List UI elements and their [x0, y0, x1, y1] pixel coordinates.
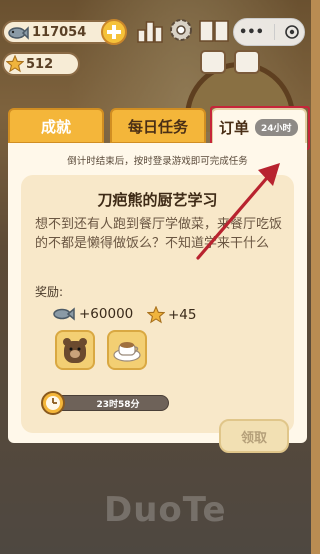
reward-label: 奖励: — [35, 285, 64, 299]
ranking-icon[interactable] — [137, 18, 163, 44]
panel-hint: 倒计时结束后，按时登录游戏即可完成任务 — [67, 156, 248, 167]
fish-count: 117054 — [32, 24, 87, 40]
add-currency-button[interactable] — [101, 19, 127, 45]
reward-fish: +60000 — [53, 306, 133, 322]
reward-star: +45 — [147, 306, 197, 324]
close-target-icon[interactable] — [285, 25, 299, 39]
order-timer-bar: 23时58分 — [53, 395, 169, 411]
gear-icon[interactable] — [168, 17, 194, 43]
reward-star-amount: +45 — [168, 307, 197, 323]
watermark: DuoTe — [104, 490, 227, 530]
miniprogram-capsule: ••• — [233, 18, 305, 46]
star-icon — [147, 306, 165, 324]
fish-icon — [53, 307, 75, 321]
reward-item-bear[interactable] — [55, 330, 95, 370]
capsule-divider — [273, 24, 275, 40]
tab-achievements[interactable]: 成就 — [8, 108, 104, 144]
order-title: 刀疤熊的厨艺学习 — [97, 191, 218, 209]
stopwatch-icon — [41, 391, 65, 415]
star-icon — [6, 55, 24, 73]
more-dots-icon[interactable]: ••• — [239, 25, 264, 40]
claim-button-label: 领取 — [240, 430, 267, 446]
reward-item-coffee[interactable] — [107, 330, 147, 370]
tab-daily-tasks[interactable]: 每日任务 — [110, 108, 206, 144]
order-timer-text: 23时58分 — [96, 399, 140, 410]
camera-icon[interactable] — [200, 50, 226, 74]
order-card: 刀疤熊的厨艺学习 想不到还有人跑到餐厅学做菜，来餐厅吃饭的不都是懒得做饭么？不知… — [21, 175, 294, 453]
order-panel: 倒计时结束后，按时登录游戏即可完成任务 刀疤熊的厨艺学习 想不到还有人跑到餐厅学… — [8, 143, 307, 453]
tab-daily-tasks-label: 每日任务 — [127, 117, 188, 136]
star-count: 512 — [26, 56, 54, 72]
coffee-cup-icon — [113, 342, 141, 362]
plus-icon — [107, 25, 121, 39]
notebook-icon[interactable] — [234, 50, 260, 74]
bear-portrait-icon — [63, 338, 87, 363]
reward-fish-amount: +60000 — [79, 306, 134, 322]
fish-icon — [8, 26, 29, 40]
claim-button[interactable]: 领取 — [219, 419, 289, 453]
star-currency-pill: 512 — [2, 52, 80, 76]
book-icon[interactable] — [198, 18, 230, 44]
order-description: 想不到还有人跑到餐厅学做菜，来餐厅吃饭的不都是懒得做饭么？不知道学来干什么 — [35, 217, 283, 251]
tab-achievements-label: 成就 — [40, 117, 71, 136]
